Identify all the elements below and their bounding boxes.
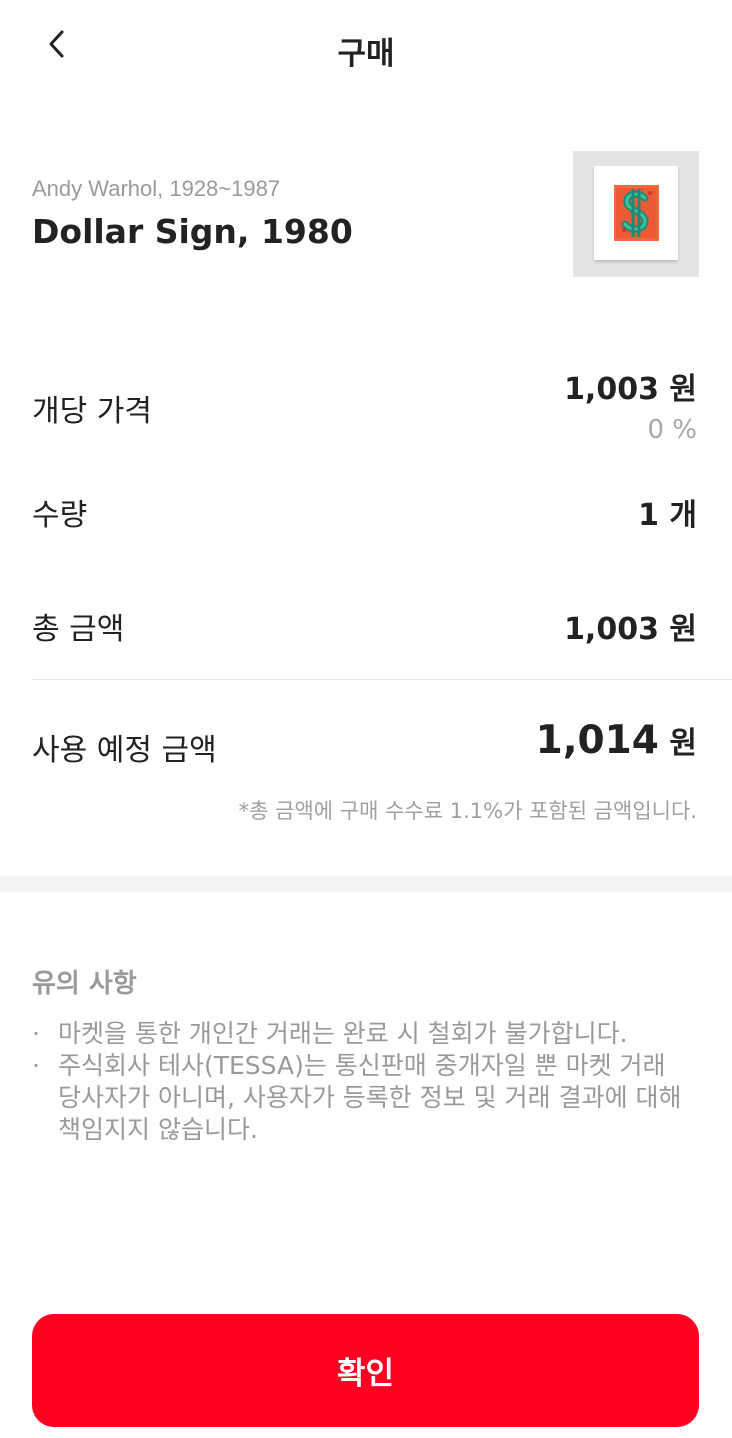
artwork-thumbnail (573, 151, 699, 277)
notes-list: · 마켓을 통한 개인간 거래는 완료 시 철회가 불가합니다. · 주식회사 … (28, 1018, 688, 1146)
artist-name: Andy Warhol, 1928~1987 (32, 176, 281, 201)
expected-amount-value: 1,014 원 (536, 718, 697, 763)
divider (32, 679, 732, 680)
confirm-button[interactable]: 확인 (32, 1314, 699, 1427)
expected-amount-unit: 원 (669, 726, 697, 761)
artwork-title: Dollar Sign, 1980 (32, 212, 353, 251)
quantity-value: 1 개 (638, 498, 697, 533)
bullet-icon: · (32, 1051, 40, 1080)
bullet-icon: · (32, 1019, 40, 1048)
artwork-frame (594, 166, 678, 260)
total-label: 총 금액 (32, 612, 125, 647)
dollar-sign-artwork-image (614, 185, 659, 241)
fee-note: *총 금액에 구매 수수료 1.1%가 포함된 금액입니다. (238, 799, 697, 823)
total-value: 1,003 원 (564, 612, 697, 647)
expected-amount-label: 사용 예정 금액 (32, 733, 217, 768)
note-item: · 주식회사 테사(TESSA)는 통신판매 중개자일 뿐 마켓 거래 당사자가… (28, 1050, 688, 1146)
note-text: 주식회사 테사(TESSA)는 통신판매 중개자일 뿐 마켓 거래 당사자가 아… (58, 1051, 682, 1144)
expected-amount-number: 1,014 (535, 718, 659, 763)
section-separator (0, 876, 732, 892)
unit-price-change: 0 % (647, 415, 697, 445)
notes-title: 유의 사항 (32, 969, 137, 999)
page-title: 구매 (337, 36, 395, 72)
note-text: 마켓을 통한 개인간 거래는 완료 시 철회가 불가합니다. (58, 1019, 628, 1048)
quantity-label: 수량 (32, 498, 88, 533)
unit-price-value: 1,003 원 (564, 372, 697, 407)
unit-price-label: 개당 가격 (32, 394, 152, 429)
note-item: · 마켓을 통한 개인간 거래는 완료 시 철회가 불가합니다. (28, 1018, 688, 1050)
